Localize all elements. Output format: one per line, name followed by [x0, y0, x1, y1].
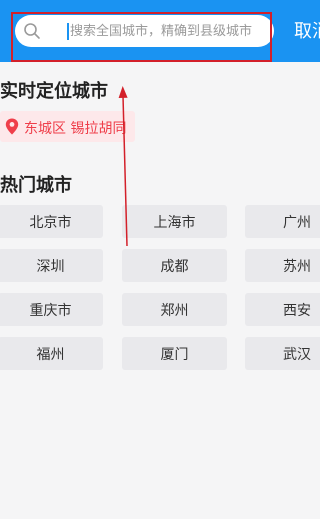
search-icon [24, 23, 40, 39]
location-pin-icon [5, 118, 19, 135]
search-input[interactable] [70, 19, 266, 43]
city-button[interactable]: 广州 [245, 205, 320, 238]
city-button[interactable]: 上海市 [122, 205, 227, 238]
city-button[interactable]: 武汉 [245, 337, 320, 370]
search-box[interactable] [15, 15, 274, 47]
city-button[interactable]: 苏州 [245, 249, 320, 282]
city-button[interactable]: 郑州 [122, 293, 227, 326]
top-bar: 取消 [0, 0, 320, 62]
current-location-label: 东城区 锡拉胡同 [24, 121, 127, 137]
city-button[interactable]: 重庆市 [0, 293, 103, 326]
city-button[interactable]: 厦门 [122, 337, 227, 370]
hot-cities-title: 热门城市 [0, 175, 72, 196]
current-location-chip[interactable]: 东城区 锡拉胡同 [0, 111, 135, 142]
text-cursor [67, 23, 69, 40]
city-button[interactable]: 北京市 [0, 205, 103, 238]
city-button[interactable]: 福州 [0, 337, 103, 370]
city-button[interactable]: 西安 [245, 293, 320, 326]
city-button[interactable]: 成都 [122, 249, 227, 282]
city-button[interactable]: 深圳 [0, 249, 103, 282]
cancel-button[interactable]: 取消 [294, 17, 320, 43]
location-section-title: 实时定位城市 [0, 81, 108, 102]
